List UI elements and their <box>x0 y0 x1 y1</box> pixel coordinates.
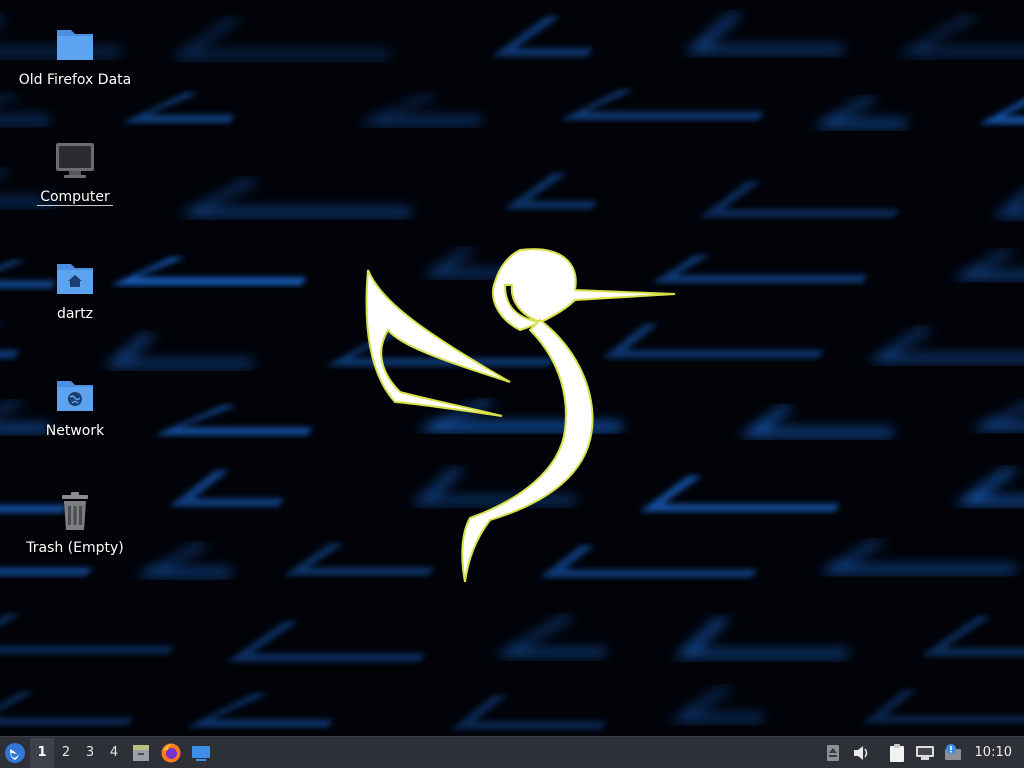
network-folder-icon <box>57 381 93 411</box>
desktop-icon-old-firefox-data[interactable]: Old Firefox Data <box>10 22 140 88</box>
taskbar-clock[interactable]: 10:10 <box>967 745 1024 760</box>
start-menu-button[interactable] <box>0 738 30 768</box>
desktop-icon-label: Computer <box>37 189 113 206</box>
desktop-icon-label: dartz <box>56 306 94 322</box>
system-tray: 10:10 <box>819 738 1024 768</box>
workspace-3-button[interactable]: 3 <box>78 738 102 768</box>
network-icon <box>915 745 934 760</box>
volume-icon <box>853 745 867 760</box>
network-status-button[interactable] <box>911 738 939 768</box>
desktop-icon-label: Trash (Empty) <box>26 540 124 556</box>
desktop-icon-computer[interactable]: Computer <box>10 139 140 206</box>
desktop-icon-label: Network <box>45 423 105 439</box>
computer-icon <box>56 143 94 178</box>
updates-button[interactable] <box>939 738 967 768</box>
workspace-2-button[interactable]: 2 <box>54 738 78 768</box>
desktop-icon-label: Old Firefox Data <box>18 72 132 88</box>
trash-icon <box>62 492 88 530</box>
show-desktop-icon <box>192 745 210 761</box>
updates-icon <box>944 743 961 760</box>
desktop-wallpaper <box>0 0 1024 736</box>
show-desktop-button[interactable] <box>186 738 216 768</box>
workspace-1-button[interactable]: 1 <box>30 737 54 768</box>
file-manager-launcher[interactable] <box>126 738 156 768</box>
desktop-icon-network[interactable]: Network <box>10 373 140 439</box>
home-folder-icon <box>57 264 93 294</box>
clipboard-button[interactable] <box>883 738 911 768</box>
clipboard-icon <box>889 743 904 762</box>
file-manager-icon <box>133 744 149 761</box>
eject-icon <box>826 744 839 761</box>
desktop-icon-trash[interactable]: Trash (Empty) <box>10 490 140 556</box>
firefox-launcher[interactable] <box>156 738 186 768</box>
volume-button[interactable] <box>847 738 875 768</box>
linux-lite-logo-icon <box>5 742 25 763</box>
workspace-4-button[interactable]: 4 <box>102 738 126 768</box>
taskbar: 1 2 3 4 10:10 <box>0 736 1024 768</box>
firefox-icon <box>161 743 181 762</box>
folder-icon <box>57 30 93 60</box>
desktop-icon-home[interactable]: dartz <box>10 256 140 322</box>
eject-button[interactable] <box>819 738 847 768</box>
